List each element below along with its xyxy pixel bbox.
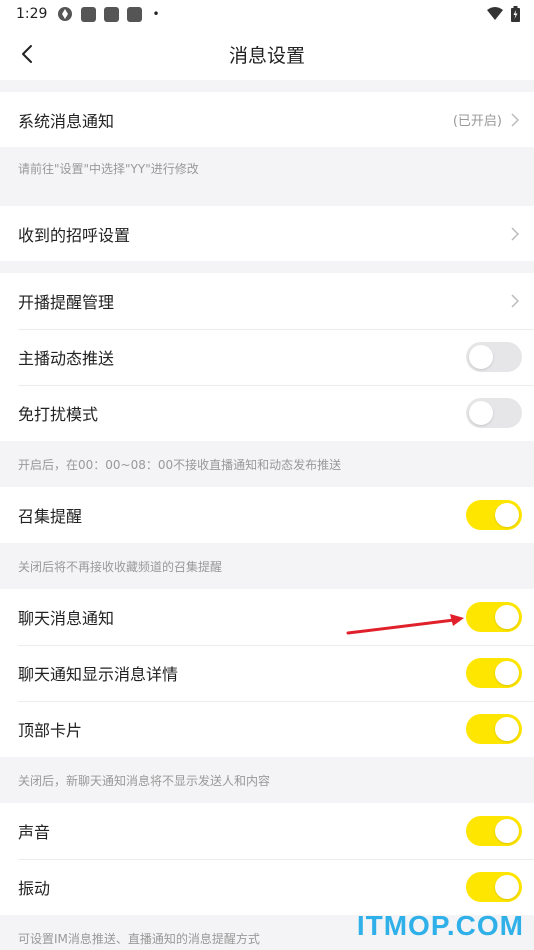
top-card-toggle[interactable] (466, 714, 522, 744)
system-notify-row[interactable]: 系统消息通知 (已开启) (0, 92, 534, 147)
summon-hint: 关闭后将不再接收收藏频道的召集提醒 (0, 543, 534, 589)
anchor-feed-toggle[interactable] (466, 342, 522, 372)
nav-bar: 消息设置 (0, 28, 534, 80)
anchor-feed-label: 主播动态推送 (18, 349, 115, 368)
toggle-knob (495, 875, 519, 899)
greeting-section: 收到的招呼设置 (0, 206, 534, 261)
toggle-knob (469, 401, 493, 425)
chevron-right-icon (508, 111, 522, 129)
dnd-row: 免打扰模式 (0, 385, 534, 441)
summon-toggle[interactable] (466, 500, 522, 530)
toggle-knob (495, 661, 519, 685)
section-gap (0, 189, 534, 206)
toggle-knob (469, 345, 493, 369)
chat-notify-toggle[interactable] (466, 602, 522, 632)
summon-label: 召集提醒 (18, 507, 83, 526)
annotation-arrow-icon (346, 614, 464, 635)
chevron-right-icon (508, 225, 522, 243)
system-hint: 请前往"设置"中选择"YY"进行修改 (0, 147, 534, 189)
dnd-toggle[interactable] (466, 398, 522, 428)
vibrate-row: 振动 (0, 859, 534, 915)
wifi-icon (487, 7, 503, 20)
live-reminder-row[interactable]: 开播提醒管理 (0, 273, 534, 329)
dnd-label: 免打扰模式 (18, 405, 99, 424)
greeting-label: 收到的招呼设置 (18, 225, 131, 245)
sound-row: 声音 (0, 803, 534, 859)
section-gap (0, 261, 534, 273)
vibrate-toggle[interactable] (466, 872, 522, 902)
greeting-row[interactable]: 收到的招呼设置 (0, 206, 534, 261)
system-notify-section: 系统消息通知 (已开启) (0, 92, 534, 147)
vibrate-label: 振动 (18, 879, 51, 898)
back-arrow-icon (22, 45, 32, 63)
summon-row: 召集提醒 (0, 487, 534, 543)
live-section: 开播提醒管理 主播动态推送 免打扰模式 (0, 273, 534, 441)
notification-icon (104, 6, 120, 22)
summon-section: 召集提醒 (0, 487, 534, 543)
top-card-row: 顶部卡片 (0, 701, 534, 757)
status-time: 1:29 (16, 6, 48, 22)
notification-icon (81, 6, 97, 22)
system-notify-status: (已开启) (452, 114, 502, 129)
toggle-knob (495, 605, 519, 629)
section-gap (0, 80, 534, 92)
more-notifications-dot-icon: • (152, 7, 160, 21)
page-title: 消息设置 (228, 44, 305, 67)
chat-hint: 关闭后，新聊天通知消息将不显示发送人和内容 (0, 757, 534, 803)
system-notify-label: 系统消息通知 (18, 111, 115, 131)
toggle-knob (495, 717, 519, 741)
app-notification-icon (58, 7, 73, 21)
sound-label: 声音 (18, 823, 51, 842)
watermark: ITMOP.COM (356, 910, 524, 941)
toggle-knob (495, 819, 519, 843)
chat-detail-row: 聊天通知显示消息详情 (0, 645, 534, 701)
dnd-hint: 开启后，在00：00~08：00不接收直播通知和动态发布推送 (0, 441, 534, 487)
notification-icon (127, 6, 143, 22)
chevron-right-icon (508, 292, 522, 310)
battery-icon (511, 6, 520, 22)
alert-section: 声音 振动 (0, 803, 534, 915)
back-button[interactable] (14, 40, 40, 68)
status-bar: 1:29 • (0, 0, 534, 28)
toggle-knob (495, 503, 519, 527)
top-card-label: 顶部卡片 (18, 721, 83, 740)
sound-toggle[interactable] (466, 816, 522, 846)
chat-detail-label: 聊天通知显示消息详情 (18, 665, 179, 684)
chat-detail-toggle[interactable] (466, 658, 522, 688)
live-reminder-label: 开播提醒管理 (18, 293, 115, 312)
anchor-feed-row: 主播动态推送 (0, 329, 534, 385)
